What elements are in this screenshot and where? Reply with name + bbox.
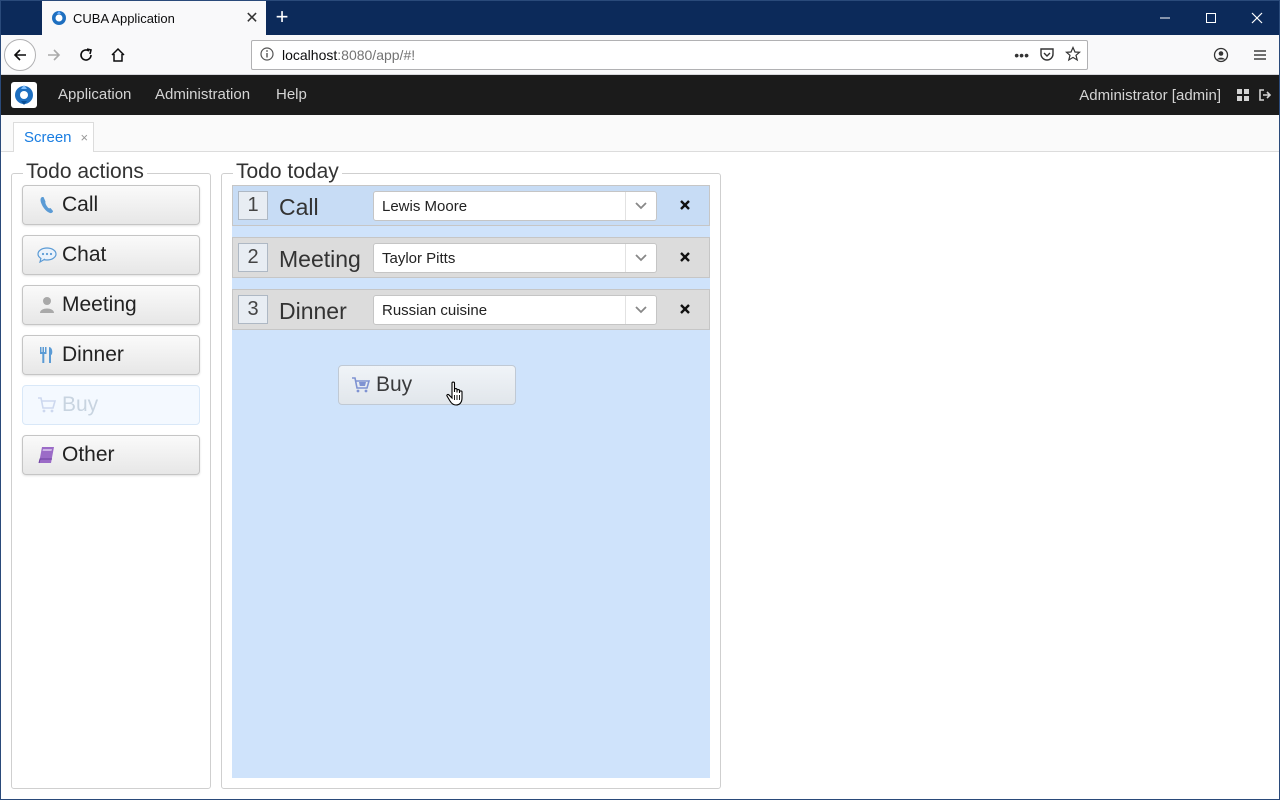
tab-screen-close-icon[interactable]: ×: [81, 130, 89, 145]
phone-icon: [36, 195, 58, 215]
remove-row-icon[interactable]: [677, 301, 693, 317]
app-logo[interactable]: [11, 82, 37, 108]
browser-tab[interactable]: CUBA Application ✕: [42, 1, 266, 35]
row-number: 2: [238, 243, 268, 272]
call-button[interactable]: Call: [22, 185, 200, 225]
tab-screen[interactable]: Screen ×: [13, 122, 94, 152]
remove-row-icon[interactable]: [677, 197, 693, 213]
home-button[interactable]: [102, 39, 134, 71]
book-icon: [36, 445, 58, 465]
meeting-button[interactable]: Meeting: [22, 285, 200, 325]
buy-button-label: Buy: [62, 393, 99, 416]
logout-icon[interactable]: [1257, 87, 1273, 103]
other-button[interactable]: Other: [22, 435, 200, 475]
chevron-down-icon[interactable]: [625, 296, 656, 324]
chevron-down-icon[interactable]: [625, 192, 656, 220]
row-number: 3: [238, 295, 268, 324]
chat-button-label: Chat: [62, 243, 107, 266]
cart-icon: [36, 395, 58, 415]
pocket-icon[interactable]: [1039, 46, 1055, 65]
call-button-label: Call: [62, 193, 99, 216]
url-host: localhost: [282, 47, 338, 63]
new-tab-button[interactable]: +: [268, 3, 296, 31]
row-label: Meeting: [279, 246, 361, 272]
row-combobox[interactable]: Lewis Moore: [373, 191, 657, 221]
todo-row[interactable]: 3 Dinner Russian cuisine: [232, 289, 710, 330]
dragging-buy-label: Buy: [376, 373, 413, 396]
reload-icon: [80, 48, 92, 61]
cutlery-icon: [36, 345, 58, 365]
cuba-favicon-icon: [51, 10, 67, 26]
dinner-button-label: Dinner: [62, 343, 124, 366]
chevron-down-icon[interactable]: [625, 244, 656, 272]
user-icon: [36, 295, 58, 315]
todo-today-legend: Todo today: [233, 160, 342, 184]
screen-tab-bar: Screen ×: [0, 115, 1280, 152]
maximize-button[interactable]: [1188, 0, 1234, 35]
todo-row[interactable]: 1 Call Lewis Moore: [232, 185, 710, 226]
close-window-button[interactable]: [1234, 0, 1280, 35]
browser-navbar: localhost:8080/app/#! •••: [0, 35, 1280, 75]
bookmark-star-icon[interactable]: [1064, 45, 1082, 65]
account-button[interactable]: [1205, 39, 1237, 71]
forward-button[interactable]: [38, 39, 70, 71]
browser-titlebar: CUBA Application ✕ +: [0, 0, 1280, 35]
url-path: :8080/app/#!: [337, 47, 416, 63]
dragging-buy-button[interactable]: Buy: [338, 365, 516, 405]
arrow-left-icon: [13, 49, 26, 61]
user-label[interactable]: Administrator [admin]: [1079, 87, 1221, 104]
combobox-value: Russian cuisine: [382, 301, 488, 319]
home-icon: [111, 47, 125, 62]
tab-close-icon[interactable]: ✕: [238, 8, 266, 28]
arrow-right-icon: [48, 49, 61, 61]
other-button-label: Other: [62, 443, 115, 466]
row-label: Dinner: [279, 298, 347, 324]
todo-actions-legend: Todo actions: [23, 160, 147, 184]
cart-icon: [350, 375, 372, 395]
tab-screen-label: Screen: [24, 129, 72, 146]
combobox-value: Lewis Moore: [382, 197, 468, 215]
minimize-button[interactable]: [1142, 0, 1188, 35]
dinner-button[interactable]: Dinner: [22, 335, 200, 375]
todo-row[interactable]: 2 Meeting Taylor Pitts: [232, 237, 710, 278]
reload-button[interactable]: [70, 39, 102, 71]
hamburger-menu-button[interactable]: [1244, 39, 1276, 71]
row-number: 1: [238, 191, 268, 220]
info-icon[interactable]: [252, 46, 282, 64]
url-bar[interactable]: localhost:8080/app/#! •••: [251, 40, 1088, 70]
menu-application[interactable]: Application: [58, 86, 131, 103]
hand-pointer-icon: [446, 381, 466, 407]
browser-tab-title: CUBA Application: [73, 10, 175, 26]
combobox-value: Taylor Pitts: [382, 249, 456, 267]
more-actions-icon[interactable]: •••: [1014, 47, 1029, 63]
buy-button-placeholder[interactable]: Buy: [22, 385, 200, 425]
chat-button[interactable]: Chat: [22, 235, 200, 275]
row-label: Call: [279, 194, 319, 220]
hamburger-icon: [1254, 50, 1266, 60]
back-button[interactable]: [4, 39, 36, 71]
new-window-icon[interactable]: [1235, 87, 1251, 103]
account-icon: [1213, 47, 1229, 63]
meeting-button-label: Meeting: [62, 293, 137, 316]
chat-icon: [36, 245, 58, 265]
row-combobox[interactable]: Russian cuisine: [373, 295, 657, 325]
app-header: Application Administration Help Administ…: [0, 75, 1280, 115]
remove-row-icon[interactable]: [677, 249, 693, 265]
menu-administration[interactable]: Administration: [155, 86, 250, 103]
menu-help[interactable]: Help: [276, 86, 307, 103]
row-combobox[interactable]: Taylor Pitts: [373, 243, 657, 273]
